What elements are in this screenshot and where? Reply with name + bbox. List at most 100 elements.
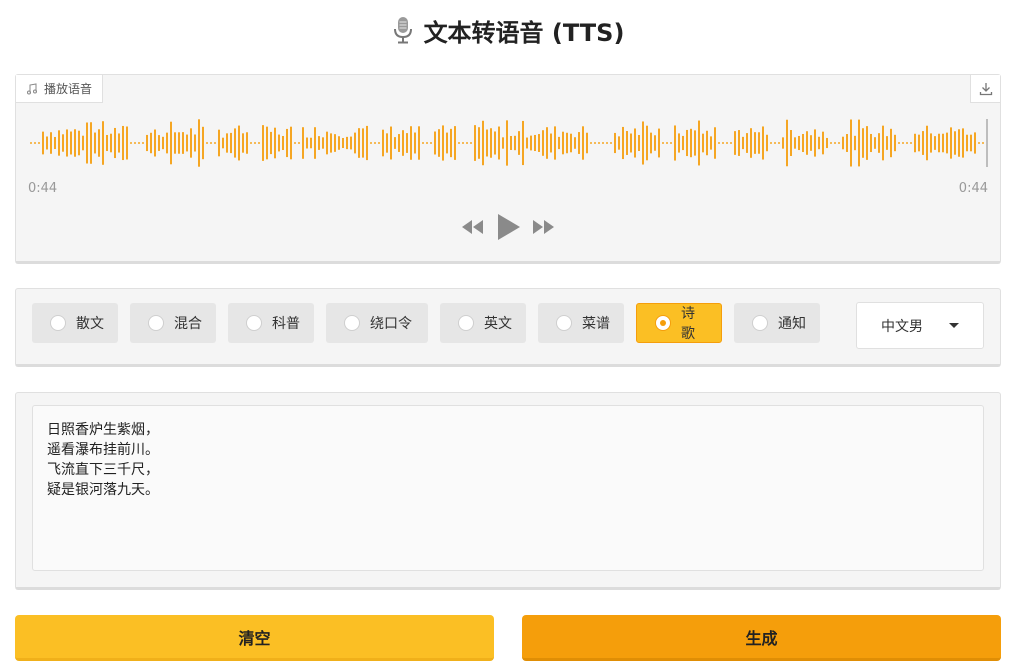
waveform-bar [226,133,228,153]
waveform-bar [62,134,64,152]
waveform-bar [778,142,780,144]
fast-forward-icon[interactable] [530,217,556,237]
waveform-bar [794,137,796,149]
waveform-bar [86,122,88,164]
download-button[interactable] [970,75,1000,103]
style-option[interactable]: 诗歌 [636,303,722,343]
waveform-bar [610,142,612,144]
style-option-label: 混合 [174,316,202,332]
waveform-bar [30,142,32,144]
waveform-bar [626,131,628,155]
waveform-bar [182,132,184,154]
audio-waveform[interactable] [28,115,988,171]
waveform-bar [974,132,976,154]
waveform-bar [494,131,496,155]
waveform-bar [238,125,240,161]
waveform-bar [614,132,616,154]
waveform-bar [122,125,124,161]
waveform-bar [446,132,448,154]
waveform-bar [722,142,724,144]
playhead[interactable] [986,119,988,167]
waveform-bar [54,136,56,150]
waveform-bar [430,142,432,144]
waveform-bar [914,133,916,153]
waveform-bar [42,131,44,155]
waveform-bar [146,134,148,152]
waveform-bar [38,142,40,144]
waveform-bar [442,125,444,161]
waveform-bar [34,142,36,144]
waveform-bar [166,132,168,154]
waveform-bar [922,131,924,155]
waveform-bar [870,133,872,153]
waveform-bar [334,134,336,152]
waveform-bar [950,127,952,159]
waveform-bar [522,120,524,166]
waveform-bar [278,134,280,152]
style-option[interactable]: 英文 [440,303,526,343]
waveform-bar [402,130,404,156]
current-time: 0:44 [28,181,58,196]
style-option[interactable]: 科普 [228,303,314,343]
waveform-bar [718,142,720,144]
style-option[interactable]: 散文 [32,303,118,343]
waveform-bar [878,133,880,153]
rewind-icon[interactable] [460,217,486,237]
waveform-bar [362,128,364,158]
text-input[interactable]: 日照香炉生紫烟， 遥看瀑布挂前川。 飞流直下三千尺， 疑是银河落九天。 [32,405,984,571]
waveform-bar [130,142,132,144]
waveform-bar [906,142,908,144]
waveform-bar [886,136,888,150]
waveform-bar [782,137,784,149]
waveform-bar [78,130,80,156]
voice-dropdown[interactable]: 中文男 [856,302,984,349]
waveform-bar [838,142,840,144]
waveform-bar [398,134,400,152]
waveform-bar [110,133,112,153]
waveform-bar [370,142,372,144]
waveform-bar [214,142,216,144]
style-option[interactable]: 菜谱 [538,303,624,343]
waveform-bar [338,136,340,150]
waveform-bar [246,132,248,154]
waveform-bar [178,132,180,154]
style-radio-group: 散文 混合 科普 绕口令 英文 菜谱 诗歌 通知 [32,303,820,343]
waveform-bar [634,128,636,158]
generate-button[interactable]: 生成 [522,615,1001,661]
audio-label-text: 播放语音 [44,82,93,96]
waveform-bar [642,121,644,165]
waveform-bar [406,133,408,153]
waveform-bar [298,142,300,144]
page-title: 文本转语音 (TTS) [423,18,625,47]
waveform-bar [170,121,172,165]
style-option[interactable]: 混合 [130,303,216,343]
waveform-bar [982,142,984,144]
waveform-bar [550,133,552,153]
waveform-bar [770,142,772,144]
waveform-bar [318,136,320,150]
style-option[interactable]: 通知 [734,303,820,343]
waveform-bar [846,134,848,152]
waveform-bar [354,132,356,154]
waveform-bar [126,126,128,160]
waveform-bar [590,142,592,144]
waveform-bar [290,126,292,160]
waveform-bar [262,125,264,161]
waveform-bar [762,126,764,160]
waveform-bar [266,126,268,160]
waveform-bar [234,128,236,158]
style-option[interactable]: 绕口令 [326,303,428,343]
waveform-bar [978,142,980,144]
waveform-bar [478,127,480,159]
waveform-bar [382,129,384,157]
waveform-bar [582,126,584,160]
waveform-bar [822,131,824,155]
radio-circle-icon [344,315,360,331]
waveform-bar [98,129,100,157]
clear-button[interactable]: 清空 [15,615,494,661]
waveform-bar [114,127,116,159]
waveform-bar [486,129,488,157]
play-icon[interactable] [494,212,522,242]
waveform-bar [386,133,388,153]
waveform-bar [594,142,596,144]
